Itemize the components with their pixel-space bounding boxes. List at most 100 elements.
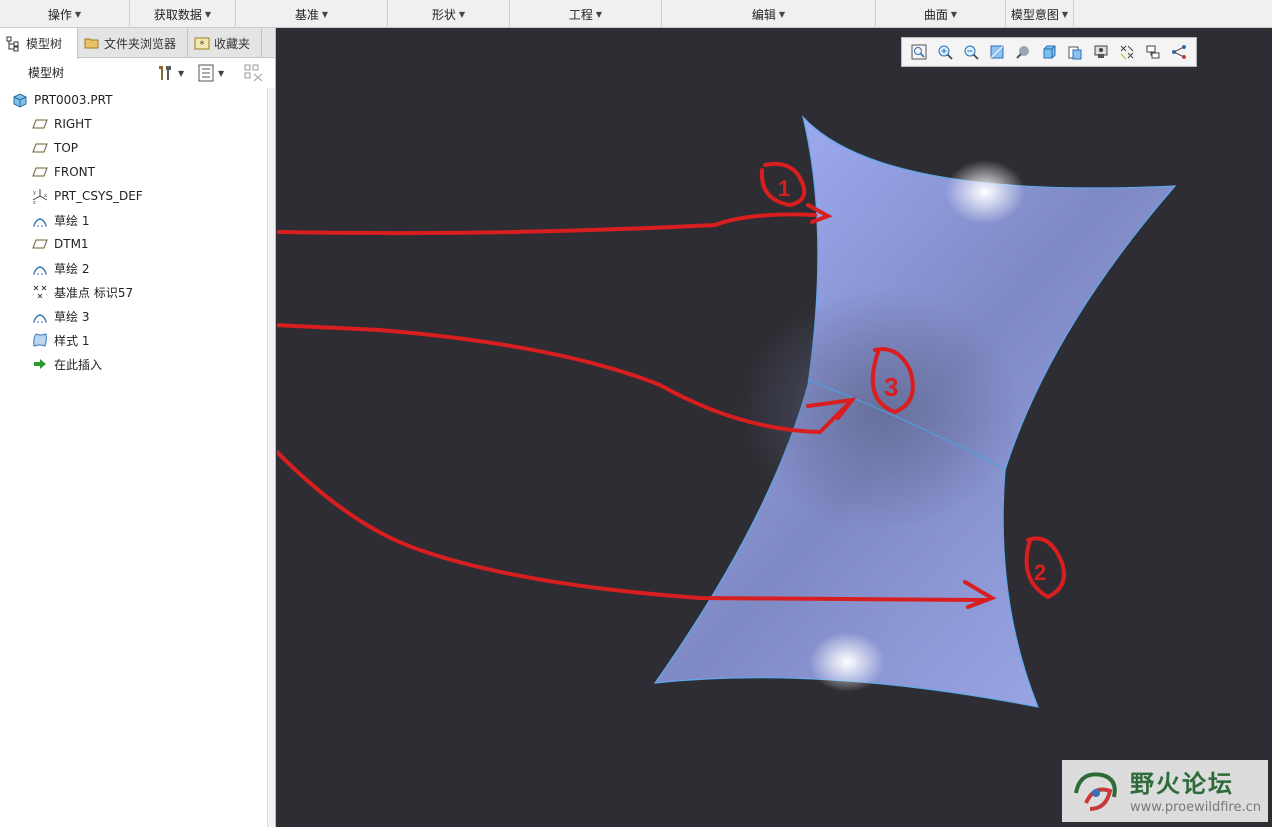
tab-label: 文件夹浏览器 (104, 36, 177, 51)
chevron-down-icon: ▼ (178, 68, 185, 78)
tab-folder-browser[interactable]: 文件夹浏览器 (78, 28, 188, 58)
display-style-icon[interactable] (1010, 41, 1036, 63)
ribbon-group-surfaces[interactable]: 曲面 ▼ (876, 0, 1006, 28)
favorites-icon: * (194, 37, 210, 50)
chevron-down-icon: ▼ (595, 9, 603, 19)
tree-item-top[interactable]: TOP (0, 136, 268, 160)
sketch-icon (33, 218, 47, 227)
datum-point-icon (33, 285, 47, 299)
datum-display-icon[interactable] (1114, 41, 1140, 63)
ribbon-group-shapes[interactable]: 形状 ▼ (388, 0, 510, 28)
refit-icon[interactable] (906, 41, 932, 63)
graphics-window[interactable]: 1 3 2 (277, 28, 1272, 827)
tree-item-sketch-1[interactable]: 草绘 1 (0, 208, 268, 232)
ribbon-group-label: 曲面 (923, 7, 948, 22)
ribbon-group-bar: 操作 ▼ 获取数据 ▼ 基准 ▼ 形状 ▼ 工程 ▼ 编辑 ▼ 曲面 ▼ 模型意图 ▼ (0, 0, 1272, 28)
tree-filter-button[interactable] (244, 64, 264, 82)
zoom-in-icon[interactable] (932, 41, 958, 63)
spin-center-icon[interactable] (1166, 41, 1192, 63)
part-icon (13, 93, 27, 108)
ribbon-filler (1074, 0, 1272, 27)
tree-item-insert-here[interactable]: 在此插入 (0, 352, 268, 376)
tree-toolbar: 模型树 ▼ ▼ (0, 58, 275, 86)
ribbon-group-editing[interactable]: 编辑 ▼ (662, 0, 876, 28)
sketch-icon (33, 266, 47, 275)
datum-plane-icon (32, 119, 48, 129)
tree-settings-button[interactable]: ▼ (156, 64, 184, 82)
tab-label: 模型树 (26, 37, 63, 51)
svg-text:*: * (200, 40, 205, 50)
annotation-display-icon[interactable] (1140, 41, 1166, 63)
ribbon-group-label: 模型意图 (1010, 7, 1059, 22)
folder-icon (84, 38, 99, 49)
ribbon-group-operations[interactable]: 操作 ▼ (0, 0, 130, 28)
tree-item-right[interactable]: RIGHT (0, 112, 268, 136)
tree-item-style-1[interactable]: 样式 1 (0, 328, 268, 352)
tree-item-csys[interactable]: y x z PRT_CSYS_DEF (0, 184, 268, 208)
tree-item-label: PRT_CSYS_DEF (54, 189, 143, 203)
tree-item-label: 草绘 1 (54, 213, 90, 228)
tree-item-label: 草绘 2 (54, 261, 90, 276)
datum-plane-icon (32, 239, 48, 249)
datum-plane-icon (32, 167, 48, 177)
tree-item-front[interactable]: FRONT (0, 160, 268, 184)
list-icon (198, 64, 214, 82)
tree-item-root[interactable]: PRT0003.PRT (0, 88, 268, 112)
forum-url-text: www.proewildfire.cn (1130, 800, 1261, 815)
specular-highlight (945, 160, 1025, 224)
coordinate-system-icon: y x z (32, 189, 48, 204)
chevron-down-icon: ▼ (218, 68, 225, 78)
tree-item-label: DTM1 (54, 237, 89, 251)
tree-item-label: PRT0003.PRT (34, 93, 113, 107)
tree-item-sketch-3[interactable]: 草绘 3 (0, 304, 268, 328)
model-scene: 1 3 2 (277, 114, 1177, 708)
navigator-panel: 模型树 文件夹浏览器 * 收藏夹 模型树 ▼ ▼ PRT0003.PRT RIG… (0, 28, 276, 827)
tab-model-tree[interactable]: 模型树 (0, 28, 78, 59)
insert-arrow-icon (34, 359, 46, 369)
svg-text:y: y (33, 190, 36, 196)
view-manager-icon[interactable] (1062, 41, 1088, 63)
ribbon-group-datum[interactable]: 基准 ▼ (236, 0, 388, 28)
repaint-icon[interactable] (984, 41, 1010, 63)
annotation-label-2: 2 (1034, 560, 1046, 585)
navigator-scrollbar[interactable] (267, 88, 275, 827)
tree-show-button[interactable]: ▼ (198, 64, 224, 82)
filter-icon (244, 64, 263, 82)
ribbon-group-model-intent[interactable]: 模型意图 ▼ (1006, 0, 1074, 28)
annotation-arrow-1 (277, 212, 817, 236)
tree-item-label: FRONT (54, 165, 95, 179)
tab-favorites[interactable]: * 收藏夹 (188, 28, 262, 58)
ribbon-group-engineering[interactable]: 工程 ▼ (510, 0, 662, 28)
style-surface-icon (33, 333, 47, 347)
sketch-icon (33, 314, 47, 323)
saved-orientations-icon[interactable] (1036, 41, 1062, 63)
tools-icon (159, 66, 171, 80)
creo-window: 操作 ▼ 获取数据 ▼ 基准 ▼ 形状 ▼ 工程 ▼ 编辑 ▼ 曲面 ▼ 模型意图 ▼ 模型树 … (0, 0, 1272, 827)
chevron-down-icon: ▼ (778, 9, 786, 19)
perspective-icon[interactable] (1088, 41, 1114, 63)
ribbon-group-label: 工程 (568, 7, 593, 22)
tree-item-dtm1[interactable]: DTM1 (0, 232, 268, 256)
chevron-down-icon: ▼ (321, 9, 329, 19)
chevron-down-icon: ▼ (204, 9, 212, 19)
ribbon-group-get-data[interactable]: 获取数据 ▼ (130, 0, 236, 28)
ribbon-group-label: 形状 (431, 7, 456, 22)
chevron-down-icon: ▼ (950, 9, 958, 19)
datum-plane-icon (32, 143, 48, 153)
chevron-down-icon: ▼ (74, 9, 82, 19)
zoom-out-icon[interactable] (958, 41, 984, 63)
chevron-down-icon: ▼ (458, 9, 466, 19)
tree-item-label: TOP (54, 141, 79, 155)
tab-label: 收藏夹 (214, 36, 251, 51)
tree-item-sketch-2[interactable]: 草绘 2 (0, 256, 268, 280)
ribbon-group-label: 获取数据 (153, 7, 202, 22)
navigator-tabs: 模型树 文件夹浏览器 * 收藏夹 (0, 28, 275, 59)
forum-watermark: 野火论坛 www.proewildfire.cn (1062, 760, 1268, 822)
ribbon-group-label: 编辑 (751, 7, 776, 22)
specular-highlight (809, 632, 885, 692)
svg-text:z: z (33, 200, 36, 204)
forum-brand-text: 野火论坛 (1130, 769, 1234, 798)
forum-logo-icon (1074, 772, 1117, 811)
tree-item-label: 在此插入 (54, 357, 103, 372)
tree-item-datum-point[interactable]: 基准点 标识57 (0, 280, 268, 304)
